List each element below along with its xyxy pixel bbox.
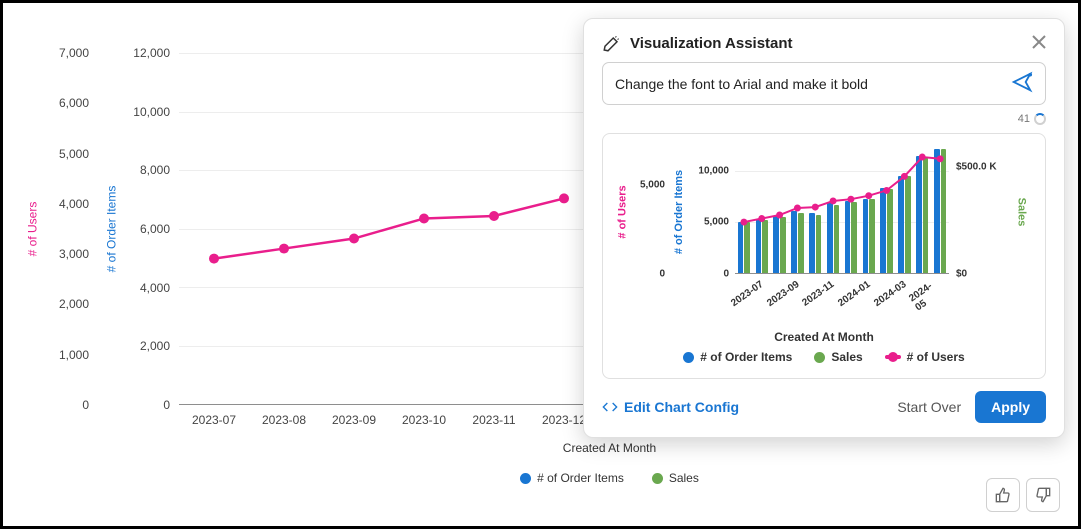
counter: 41: [1018, 113, 1030, 125]
preview-chart-card: # of Users 05,000 # of Order Items 05,00…: [602, 133, 1046, 379]
mini-y-users-ticks: 05,000: [633, 150, 665, 274]
legend-item: # of Order Items: [683, 350, 792, 364]
panel-header: Visualization Assistant: [602, 33, 1046, 54]
prompt-input[interactable]: Change the font to Arial and make it bol…: [602, 62, 1046, 105]
panel-title: Visualization Assistant: [630, 35, 793, 52]
mini-x-labels: 2023-072023-092023-112024-012024-032024-…: [735, 278, 949, 310]
edit-chart-config-link[interactable]: Edit Chart Config: [602, 399, 739, 415]
legend-label: # of Order Items: [700, 350, 792, 364]
close-icon[interactable]: [1032, 33, 1046, 54]
x-axis-title: Created At Month: [179, 441, 1040, 455]
mini-y-items-label: # of Order Items: [673, 170, 685, 254]
apply-button[interactable]: Apply: [975, 391, 1046, 423]
send-icon[interactable]: [1011, 71, 1033, 96]
swatch-icon: [683, 352, 694, 363]
visualization-assistant-panel: Visualization Assistant Change the font …: [583, 18, 1065, 438]
main-legend: # of Order Items Sales: [179, 471, 1040, 485]
swatch-icon: [885, 355, 901, 359]
mini-y-users-label: # of Users: [617, 185, 629, 238]
panel-footer: Edit Chart Config Start Over Apply: [602, 391, 1046, 423]
wand-icon: [602, 35, 620, 53]
legend-label: # of Users: [907, 350, 965, 364]
mini-plot-area: [735, 150, 949, 274]
legend-item: Sales: [814, 350, 862, 364]
loading-spinner-icon: [1034, 113, 1046, 125]
mini-legend: # of Order Items Sales # of Users: [617, 350, 1031, 364]
code-icon: [602, 399, 618, 415]
swatch-icon: [652, 473, 663, 484]
mini-y-sales-ticks: $500.0 K $0: [956, 150, 1011, 274]
start-over-button[interactable]: Start Over: [897, 399, 961, 415]
swatch-icon: [520, 473, 531, 484]
y-axis-users-ticks: 01,0002,0003,0004,0005,0006,0007,000: [47, 53, 89, 405]
thumbs-down-icon: [1035, 487, 1051, 503]
counter-row: 41: [602, 113, 1046, 125]
legend-label: # of Order Items: [537, 471, 624, 485]
y-axis-users-label: # of Users: [25, 202, 39, 257]
thumbs-down-button[interactable]: [1026, 478, 1060, 512]
mini-chart: # of Users 05,000 # of Order Items 05,00…: [617, 144, 1031, 344]
legend-item: # of Users: [885, 350, 965, 364]
feedback-buttons: [986, 478, 1060, 512]
legend-label: Sales: [669, 471, 699, 485]
y-axis-items-ticks: 02,0004,0006,0008,00010,00012,000: [125, 53, 170, 405]
y-axis-items-label: # of Order Items: [104, 186, 118, 273]
swatch-icon: [814, 352, 825, 363]
prompt-text: Change the font to Arial and make it bol…: [615, 76, 868, 92]
legend-item: Sales: [652, 471, 699, 485]
legend-item: # of Order Items: [520, 471, 624, 485]
legend-label: Sales: [831, 350, 862, 364]
mini-y-items-ticks: 05,00010,000: [689, 150, 729, 274]
mini-x-title: Created At Month: [617, 330, 1031, 344]
thumbs-up-icon: [995, 487, 1011, 503]
thumbs-up-button[interactable]: [986, 478, 1020, 512]
mini-y-sales-label: Sales: [1015, 198, 1027, 227]
